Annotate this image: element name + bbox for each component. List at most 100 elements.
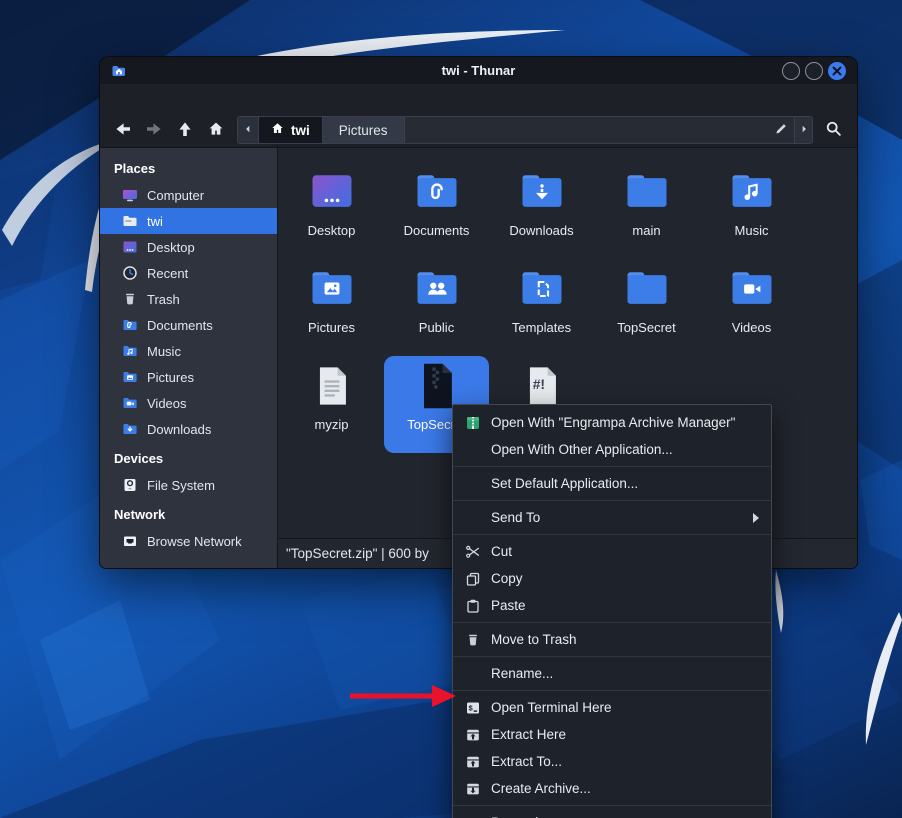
context-menu: Open With "Engrampa Archive Manager" Ope… bbox=[452, 404, 772, 818]
titlebar: twi - Thunar bbox=[100, 57, 857, 84]
sidebar-item-label: Computer bbox=[147, 188, 204, 203]
fl-music-icon bbox=[724, 166, 780, 218]
fl-videos-icon bbox=[724, 263, 780, 315]
terminal-icon: $ bbox=[465, 700, 481, 716]
context-menu-item[interactable]: Extract To... bbox=[453, 748, 771, 775]
path-crumb-button[interactable]: Pictures bbox=[323, 117, 405, 143]
context-menu-item-label: Paste bbox=[491, 598, 526, 613]
fl-plain-icon bbox=[619, 166, 675, 218]
trash-icon bbox=[465, 632, 481, 648]
sidebar-item[interactable]: File System bbox=[100, 472, 277, 498]
nav-button[interactable] bbox=[109, 117, 137, 143]
menubar-item[interactable] bbox=[171, 84, 193, 113]
file-item[interactable]: myzip bbox=[279, 356, 384, 453]
path-edit-button[interactable] bbox=[767, 117, 794, 143]
file-item[interactable]: Templates bbox=[489, 259, 594, 356]
copy-icon bbox=[465, 571, 481, 587]
file-item[interactable]: Public bbox=[384, 259, 489, 356]
context-menu-item[interactable]: Open With Other Application... bbox=[453, 436, 771, 463]
context-menu-item[interactable]: Move to Trash bbox=[453, 626, 771, 653]
search-button[interactable] bbox=[818, 116, 848, 144]
context-menu-item[interactable]: Paste bbox=[453, 592, 771, 619]
sidebar-header-devices: Devices bbox=[100, 446, 277, 472]
sidebar-item[interactable]: Downloads bbox=[100, 416, 277, 442]
menubar-item[interactable] bbox=[215, 84, 237, 113]
sidebar-item-label: twi bbox=[147, 214, 163, 229]
sidebar-item[interactable]: Documents bbox=[100, 312, 277, 338]
file-item[interactable]: Desktop bbox=[279, 162, 384, 259]
file-label: Downloads bbox=[509, 223, 573, 238]
context-menu-item-label: Open With "Engrampa Archive Manager" bbox=[491, 415, 735, 430]
sidebar-item[interactable]: Desktop bbox=[100, 234, 277, 260]
file-label: Templates bbox=[512, 320, 571, 335]
context-menu-item[interactable]: $ Open Terminal Here bbox=[453, 694, 771, 721]
context-menu-item[interactable]: Copy bbox=[453, 565, 771, 592]
sidebar-header-places: Places bbox=[100, 156, 277, 182]
menubar-item[interactable] bbox=[105, 84, 127, 113]
sidebar-item[interactable]: Trash bbox=[100, 286, 277, 312]
file-label: myzip bbox=[315, 417, 349, 432]
context-menu-item-label: Send To bbox=[491, 510, 540, 525]
path-scroll-left-button[interactable] bbox=[238, 117, 259, 143]
file-item[interactable]: Documents bbox=[384, 162, 489, 259]
home-icon bbox=[271, 122, 284, 138]
context-menu-item-label: Copy bbox=[491, 571, 523, 586]
sidebar-item[interactable]: Browse Network bbox=[100, 528, 277, 554]
context-menu-item[interactable]: Open With "Engrampa Archive Manager" bbox=[453, 409, 771, 436]
file-item[interactable]: Downloads bbox=[489, 162, 594, 259]
sidebar-item-label: Videos bbox=[147, 396, 187, 411]
forward-icon bbox=[146, 121, 162, 140]
toolbar: twi Pictures bbox=[100, 113, 857, 148]
menubar-item[interactable] bbox=[127, 84, 149, 113]
context-menu-item-label: Extract To... bbox=[491, 754, 562, 769]
sidebar-item[interactable]: twi bbox=[100, 208, 277, 234]
context-menu-item-label: Set Default Application... bbox=[491, 476, 638, 491]
context-menu-item[interactable]: Set Default Application... bbox=[453, 470, 771, 497]
chevron-left-icon bbox=[242, 123, 254, 138]
context-menu-item[interactable]: Properties... bbox=[453, 809, 771, 818]
desktop-mini-icon bbox=[122, 239, 138, 255]
path-home-label: twi bbox=[291, 123, 310, 138]
fl-downloads-icon bbox=[514, 166, 570, 218]
cut-icon bbox=[465, 544, 481, 560]
file-label: Public bbox=[419, 320, 454, 335]
context-menu-item-label: Move to Trash bbox=[491, 632, 577, 647]
up-icon bbox=[177, 121, 193, 140]
context-menu-item[interactable]: Extract Here bbox=[453, 721, 771, 748]
archive-icon bbox=[465, 781, 481, 797]
sidebar-item[interactable]: Recent bbox=[100, 260, 277, 286]
context-menu-item-label: Cut bbox=[491, 544, 512, 559]
context-menu-item[interactable]: Cut bbox=[453, 538, 771, 565]
sidebar-item[interactable]: Computer bbox=[100, 182, 277, 208]
file-item[interactable]: Videos bbox=[699, 259, 804, 356]
sidebar: Places Computer twi Desktop bbox=[100, 148, 278, 568]
file-item[interactable]: Music bbox=[699, 162, 804, 259]
close-button[interactable] bbox=[828, 62, 846, 80]
file-item[interactable]: TopSecret bbox=[594, 259, 699, 356]
minimize-button[interactable] bbox=[782, 62, 800, 80]
sidebar-item[interactable]: Pictures bbox=[100, 364, 277, 390]
folder-music-icon bbox=[122, 343, 138, 359]
fl-public-icon bbox=[409, 263, 465, 315]
context-menu-item[interactable]: Send To bbox=[453, 504, 771, 531]
sidebar-item[interactable]: Music bbox=[100, 338, 277, 364]
path-home-button[interactable]: twi bbox=[259, 117, 323, 143]
sidebar-item[interactable]: Videos bbox=[100, 390, 277, 416]
menubar-item[interactable] bbox=[193, 84, 215, 113]
chevron-right-icon bbox=[798, 123, 810, 138]
file-item[interactable]: Pictures bbox=[279, 259, 384, 356]
fl-documents-icon bbox=[409, 166, 465, 218]
nav-button[interactable] bbox=[171, 117, 199, 143]
path-scroll-right-button[interactable] bbox=[794, 117, 812, 143]
maximize-button[interactable] bbox=[805, 62, 823, 80]
context-menu-item[interactable]: Rename... bbox=[453, 660, 771, 687]
menu-separator bbox=[453, 805, 771, 806]
nav-button[interactable] bbox=[202, 117, 230, 143]
file-item[interactable]: main bbox=[594, 162, 699, 259]
context-menu-item[interactable]: Create Archive... bbox=[453, 775, 771, 802]
svg-text:#!: #! bbox=[532, 376, 544, 392]
nav-button[interactable] bbox=[140, 117, 168, 143]
extract-icon bbox=[465, 754, 481, 770]
menubar-item[interactable] bbox=[149, 84, 171, 113]
file-label: Documents bbox=[404, 223, 470, 238]
